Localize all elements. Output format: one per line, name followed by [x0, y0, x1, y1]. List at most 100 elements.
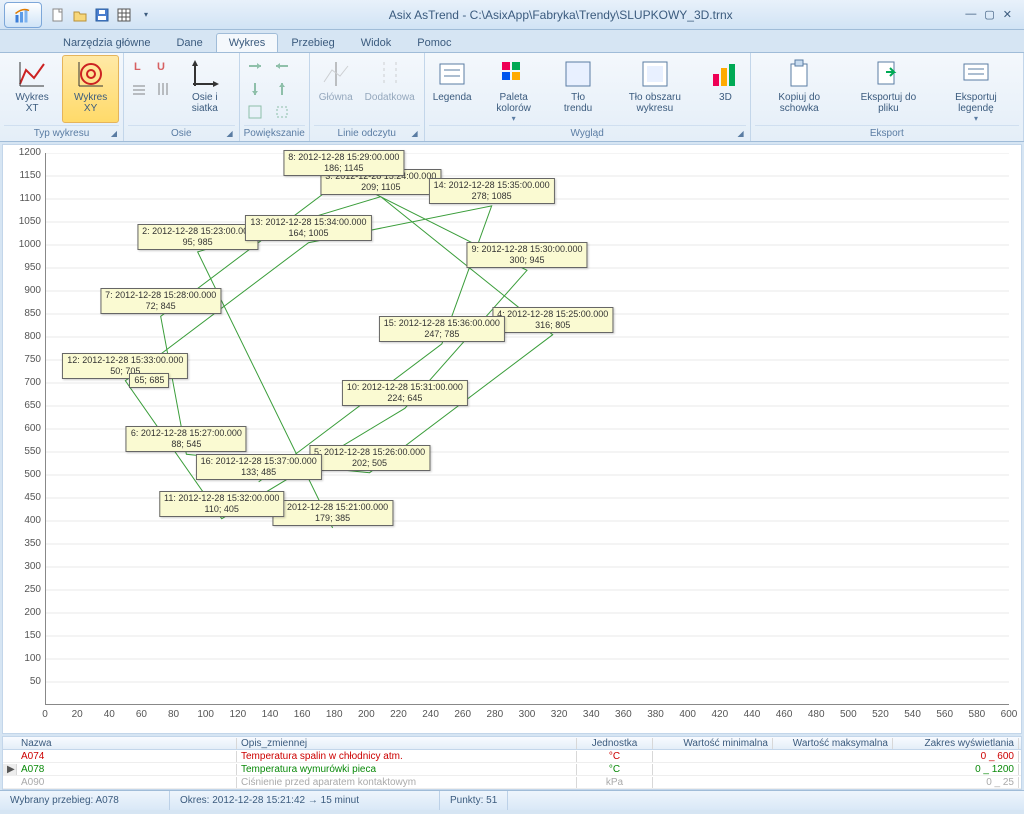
grid-header-range[interactable]: Zakres wyświetlania: [893, 738, 1019, 749]
y-tick-label: 1200: [5, 147, 41, 158]
zoom-reset-button[interactable]: [244, 101, 266, 123]
tab-home[interactable]: Narzędzia główne: [50, 33, 163, 52]
chart-area[interactable]: 5010015020025030035040045050055060065070…: [2, 144, 1022, 734]
open-button[interactable]: [70, 5, 90, 25]
close-button[interactable]: ✕: [1003, 8, 1012, 21]
cell-desc: Temperatura wymurówki pieca: [237, 764, 577, 775]
minimize-button[interactable]: —: [965, 8, 976, 21]
zoom-v-out-button[interactable]: [271, 78, 293, 100]
export-legend-icon: [960, 58, 992, 90]
ribbon-group-label: Eksport: [870, 128, 904, 139]
export-file-button[interactable]: Eksportuj do pliku: [846, 55, 931, 123]
plot-area-button[interactable]: Tło obszaru wykresu: [606, 55, 703, 123]
table-row[interactable]: A074 Temperatura spalin w chłodnicy atm.…: [3, 750, 1021, 763]
export-legend-button[interactable]: Eksportuj legendę ▾: [933, 55, 1019, 123]
zoom-reset-icon: [247, 104, 263, 120]
y-tick-label: 150: [5, 630, 41, 641]
save-button[interactable]: [92, 5, 112, 25]
dialog-launcher-icon[interactable]: ◢: [412, 129, 418, 138]
grid-header-unit[interactable]: Jednostka: [577, 738, 653, 749]
table-row[interactable]: A090 Ciśnienie przed aparatem kontaktowy…: [3, 776, 1021, 789]
plot-border: [45, 153, 1009, 705]
axes-grid-button[interactable]: Osie i siatka: [175, 55, 235, 123]
x-tick-label: 440: [740, 709, 764, 720]
y-tick-label: 700: [5, 377, 41, 388]
zoom-v-in-button[interactable]: [244, 78, 266, 100]
x-tick-label: 400: [676, 709, 700, 720]
ribbon-group-chart-type: Wykres XT Wykres XY Typ wykresu ◢: [0, 53, 124, 141]
table-row[interactable]: ▶ A078 Temperatura wymurówki pieca °C 0 …: [3, 763, 1021, 776]
x-tick-label: 20: [65, 709, 89, 720]
trend-bg-button[interactable]: Tło trendu: [552, 55, 605, 123]
chart-xt-button[interactable]: Wykres XT: [4, 55, 60, 123]
axis-up-icon: U: [155, 59, 169, 73]
ribbon-group-label: Typ wykresu: [34, 128, 90, 139]
y-tick-label: 500: [5, 469, 41, 480]
zoom-out-button[interactable]: [271, 55, 293, 77]
3d-button[interactable]: 3D: [705, 55, 745, 123]
main-cursor-button[interactable]: Główna: [314, 55, 358, 123]
axes-small-2[interactable]: U: [151, 55, 173, 77]
maximize-button[interactable]: ▢: [984, 8, 994, 21]
cursor-main-icon: [320, 58, 352, 90]
palette-button[interactable]: Paleta kolorów ▾: [478, 55, 550, 123]
grid-header-desc[interactable]: Opis_zmiennej: [237, 738, 577, 749]
title-bar: ▾ Asix AsTrend - C:\AsixApp\Fabryka\Tren…: [0, 0, 1024, 30]
app-menu-button[interactable]: [4, 2, 42, 28]
copy-clipboard-button[interactable]: Kopiuj do schowka: [755, 55, 844, 123]
y-tick-label: 350: [5, 538, 41, 549]
grid-header-max[interactable]: Wartość maksymalna: [773, 738, 893, 749]
grid-button[interactable]: [114, 5, 134, 25]
zoom-fit-icon: [274, 104, 290, 120]
ribbon-group-export: Kopiuj do schowka Eksportuj do pliku Eks…: [751, 53, 1024, 141]
axes-small-4[interactable]: [151, 78, 173, 100]
bg-icon: [562, 58, 594, 90]
grid-header-min[interactable]: Wartość minimalna: [653, 738, 773, 749]
grid-icon: [117, 8, 131, 22]
legend-button[interactable]: Legenda: [429, 55, 476, 123]
y-tick-label: 1000: [5, 239, 41, 250]
additional-cursor-button[interactable]: Dodatkowa: [360, 55, 420, 123]
cell-unit: °C: [577, 751, 653, 762]
x-tick-label: 360: [611, 709, 635, 720]
x-tick-label: 500: [836, 709, 860, 720]
chart-xy-icon: [75, 58, 107, 90]
ribbon: Wykres XT Wykres XY Typ wykresu ◢ L U Osi…: [0, 52, 1024, 142]
chart-xy-button[interactable]: Wykres XY: [62, 55, 119, 123]
svg-text:L: L: [134, 61, 141, 73]
zoom-fit-button[interactable]: [271, 101, 293, 123]
cell-name: A090: [17, 777, 237, 788]
y-tick-label: 1100: [5, 193, 41, 204]
x-tick-label: 520: [868, 709, 892, 720]
axes-small-3[interactable]: [128, 78, 150, 100]
cell-desc: Temperatura spalin w chłodnicy atm.: [237, 751, 577, 762]
x-tick-label: 100: [194, 709, 218, 720]
x-tick-label: 260: [451, 709, 475, 720]
legend-grid: Nazwa Opis_zmiennej Jednostka Wartość mi…: [2, 736, 1022, 790]
dialog-launcher-icon[interactable]: ◢: [111, 129, 117, 138]
save-icon: [95, 8, 109, 22]
axes-small-1[interactable]: L: [128, 55, 150, 77]
tab-data[interactable]: Dane: [163, 33, 215, 52]
tab-series[interactable]: Przebieg: [278, 33, 347, 52]
y-tick-label: 950: [5, 262, 41, 273]
y-tick-label: 100: [5, 653, 41, 664]
cell-desc: Ciśnienie przed aparatem kontaktowym: [237, 777, 577, 788]
grid-header-name[interactable]: Nazwa: [17, 738, 237, 749]
x-tick-label: 40: [97, 709, 121, 720]
legend-icon: [436, 58, 468, 90]
x-tick-label: 560: [933, 709, 957, 720]
zoom-out-icon: [274, 58, 290, 74]
x-tick-label: 340: [579, 709, 603, 720]
new-button[interactable]: [48, 5, 68, 25]
x-tick-label: 160: [290, 709, 314, 720]
dialog-launcher-icon[interactable]: ◢: [737, 129, 743, 138]
zoom-in-button[interactable]: [244, 55, 266, 77]
zoom-in-icon: [247, 58, 263, 74]
ribbon-group-cursors: Główna Dodatkowa Linie odczytu◢: [310, 53, 425, 141]
dialog-launcher-icon[interactable]: ◢: [226, 129, 232, 138]
tab-view[interactable]: Widok: [348, 33, 405, 52]
tab-chart[interactable]: Wykres: [216, 33, 279, 52]
tab-help[interactable]: Pomoc: [404, 33, 464, 52]
qat-dropdown[interactable]: ▾: [136, 5, 156, 25]
